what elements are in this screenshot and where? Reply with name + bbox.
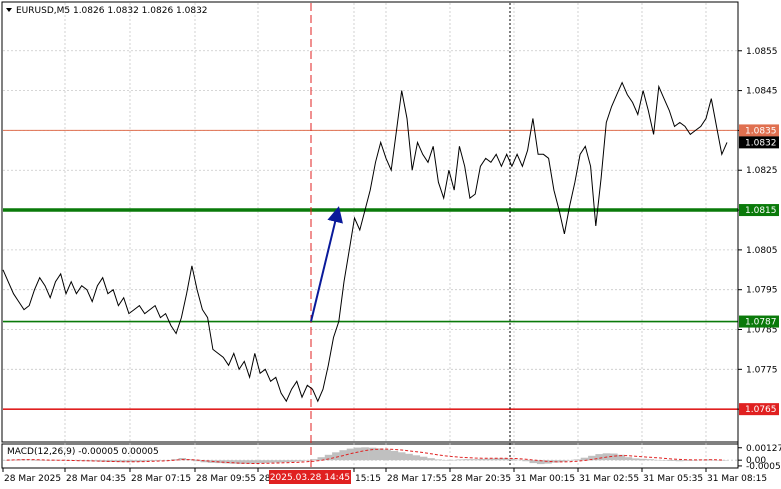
macd-bar (288, 460, 296, 462)
time-tick-label: 31 Mar 08:15 (707, 474, 767, 484)
time-tick-label: 28 Mar 09:55 (196, 474, 256, 484)
time-tick-label: 31 Mar 02:55 (579, 474, 639, 484)
macd-bar (427, 458, 435, 461)
time-highlight-label: 2025.03.28 14:45 (269, 470, 351, 484)
macd-bar (259, 460, 267, 464)
macd-bar (434, 459, 443, 461)
macd-bar (273, 460, 282, 463)
time-highlight-text: 2025.03.28 14:45 (270, 473, 350, 483)
macd-bar (390, 450, 399, 461)
macd-bar (361, 447, 369, 461)
price-tick-label: 1.0825 (746, 166, 778, 176)
macd-bar (646, 459, 655, 461)
macd-label: MACD(12,26,9) -0.00005 0.00005 (7, 447, 159, 457)
time-axis-ticks: 28 Mar 2025 28 Mar 04:35 28 Mar 07:15 28 Ma… (2, 468, 767, 484)
macd-bar (683, 460, 691, 461)
macd-bar (675, 460, 684, 462)
time-tick-label: 31 Mar 05:35 (643, 474, 703, 484)
macd-bar (449, 459, 457, 461)
price-tick-label: 1.0845 (746, 87, 778, 97)
price-tick-label: 1.0855 (746, 47, 778, 57)
macd-bar (280, 460, 289, 463)
macd-bar (295, 460, 304, 462)
macd-bar (376, 448, 384, 461)
macd-tick-label: -0.00059 (746, 462, 781, 472)
macd-bar (266, 460, 274, 463)
price-tick-label: 1.0795 (746, 286, 778, 296)
macd-bar (653, 459, 662, 461)
macd-bar (485, 458, 494, 461)
macd-bar (668, 460, 677, 461)
macd-bar (441, 460, 450, 461)
macd-bar (419, 456, 428, 461)
time-tick-label: 28 Mar 07:15 (131, 474, 191, 484)
macd-bar (405, 453, 413, 461)
price-marker-label: 1.0765 (745, 405, 777, 415)
macd-bar (624, 457, 633, 461)
time-tick-label: 28 Mar 2025 (4, 474, 61, 484)
price-tick-label: 1.0805 (746, 246, 778, 256)
macd-bar (397, 452, 406, 461)
price-marker-label: 1.0787 (745, 318, 777, 328)
macd-bar (456, 459, 464, 461)
time-tick-label: 15:15 (355, 474, 381, 484)
macd-bar (478, 458, 486, 461)
macd-bar (514, 459, 523, 461)
macd-bar (573, 459, 581, 461)
macd-bar (566, 460, 574, 461)
price-tick-label: 1.0775 (746, 365, 778, 375)
price-axis-ticks: 1.0855 1.0845 1.0835 1.0825 1.0815 1.0805 1.07… (738, 47, 778, 415)
time-tick-label: 31 Mar 00:15 (515, 474, 575, 484)
macd-bar (595, 454, 603, 461)
macd-bar (631, 458, 640, 461)
symbol-line-text: EURUSD,M5 1.0826 1.0832 1.0826 1.0832 (16, 6, 208, 16)
macd-bar (302, 460, 311, 461)
macd-bar (639, 458, 647, 461)
macd-bar (412, 455, 421, 461)
macd-bar (507, 458, 516, 461)
macd-bar (661, 460, 669, 461)
chart-canvas: 1.0855 1.0845 1.0835 1.0825 1.0815 1.0805 1.07… (1, 1, 781, 484)
time-tick-label: 28 Mar 17:55 (387, 474, 447, 484)
macd-tick-label: 0.00127 (746, 444, 781, 454)
price-marker-label: 1.0815 (745, 206, 777, 216)
main-panel[interactable] (1, 1, 739, 443)
macd-bar (471, 459, 479, 461)
macd-bar (463, 459, 472, 461)
symbol-header: EURUSD,M5 1.0826 1.0832 1.0826 1.0832 (6, 6, 208, 16)
price-marker-label: 1.0832 (745, 138, 777, 148)
macd-bar (310, 459, 318, 461)
macd-bar (354, 447, 362, 461)
macd-bar (522, 460, 530, 462)
macd-axis-ticks: 0.001270.00-0.00059 (738, 444, 781, 472)
time-tick-label: 28 Mar 20:35 (451, 474, 511, 484)
price-marker-label: 1.0835 (745, 126, 777, 136)
macd-bar (383, 449, 391, 461)
time-tick-label: 28 Mar 04:35 (66, 474, 126, 484)
